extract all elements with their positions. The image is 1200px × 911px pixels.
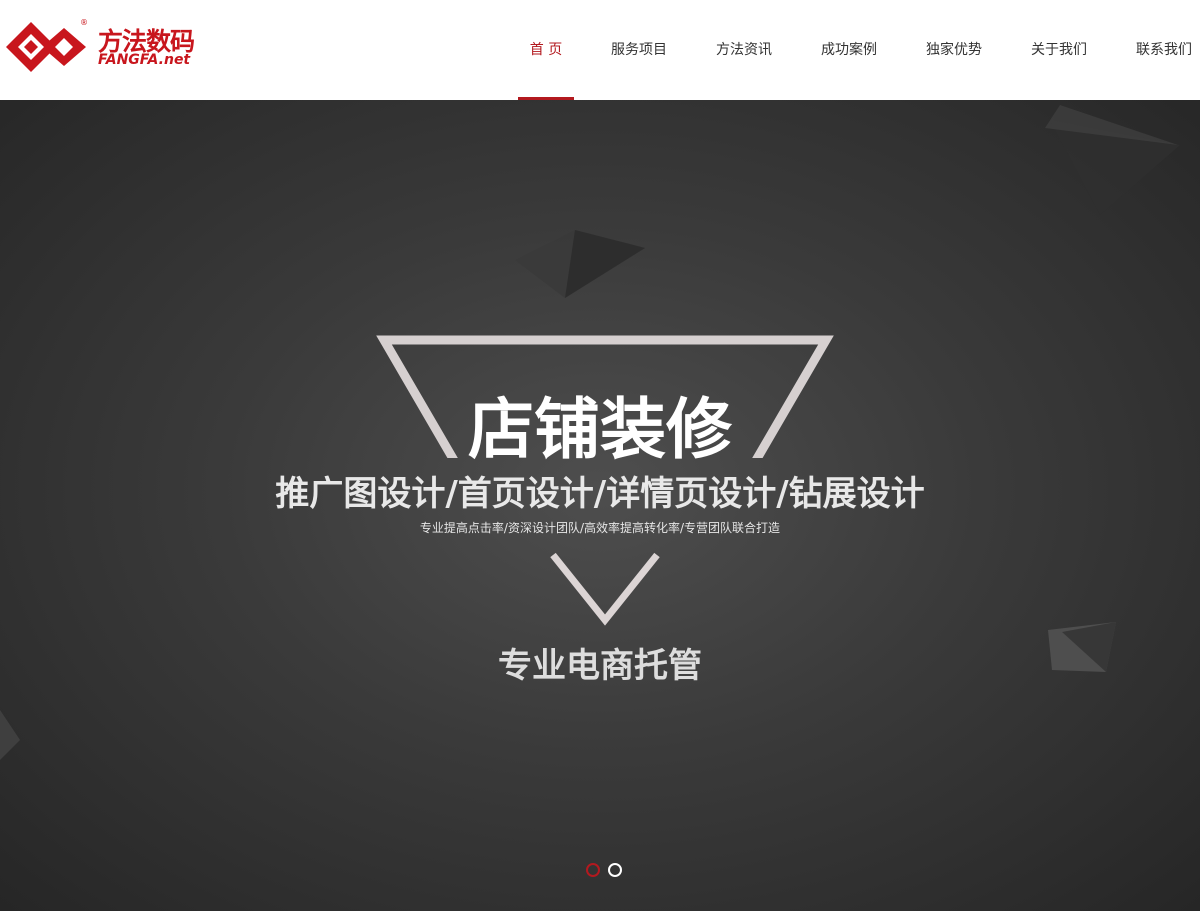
slider-dot-1[interactable] <box>586 863 600 877</box>
nav-item-news[interactable]: 方法资讯 <box>709 0 779 100</box>
nav-item-services[interactable]: 服务项目 <box>604 0 674 100</box>
hero-banner[interactable]: 店铺装修 推广图设计/首页设计/详情页设计/钻展设计 专业提高点击率/资深设计团… <box>0 100 1200 911</box>
main-nav: 首 页 服务项目 方法资讯 成功案例 独家优势 关于我们 联系我们 <box>0 0 1200 100</box>
nav-item-home[interactable]: 首 页 <box>518 0 574 100</box>
site-header: ® 方法数码 FANGFA.net 首 页 服务项目 方法资讯 成功案例 独家优… <box>0 0 1200 100</box>
nav-item-cases[interactable]: 成功案例 <box>814 0 884 100</box>
banner-headline: 店铺装修 <box>468 391 732 468</box>
banner-subhead: 推广图设计/首页设计/详情页设计/钻展设计 <box>275 474 925 514</box>
nav-item-advantages[interactable]: 独家优势 <box>919 0 989 100</box>
banner-footer-text: 专业电商托管 <box>498 646 702 686</box>
slider-pagination <box>586 863 626 877</box>
banner-tagline: 专业提高点击率/资深设计团队/高效率提高转化率/专营团队联合打造 <box>419 521 781 535</box>
slider-dot-2[interactable] <box>608 863 622 877</box>
nav-item-contact[interactable]: 联系我们 <box>1129 0 1199 100</box>
nav-item-about[interactable]: 关于我们 <box>1024 0 1094 100</box>
